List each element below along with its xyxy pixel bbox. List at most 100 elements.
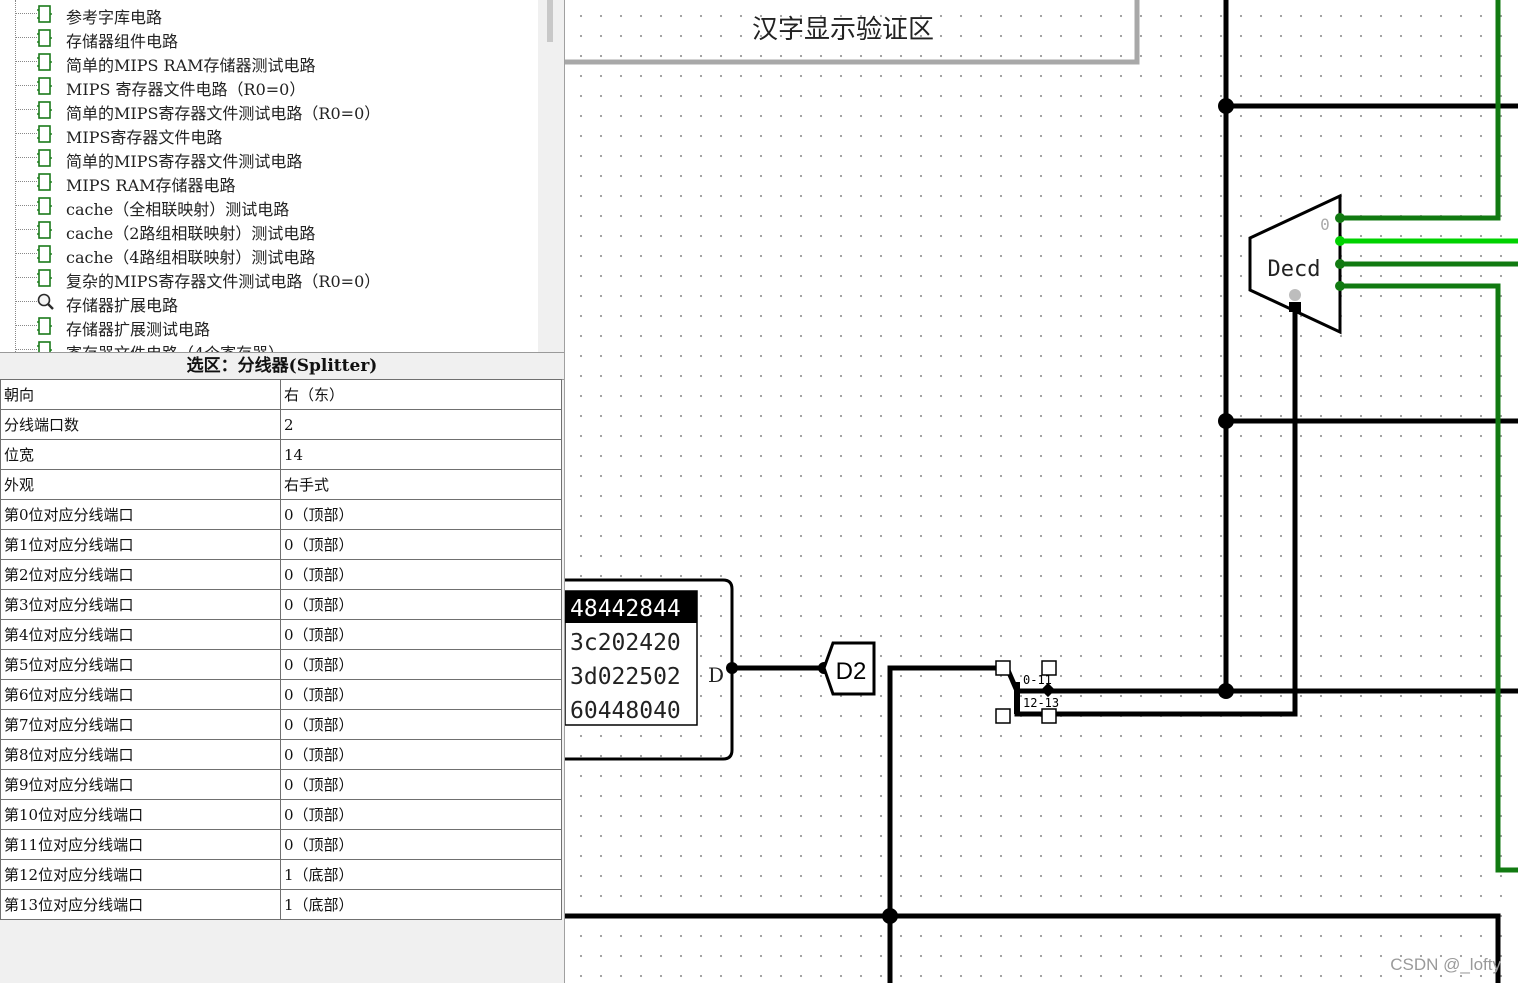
tree-connector: [15, 205, 37, 206]
tree-item[interactable]: 存储器扩展电路: [0, 290, 538, 315]
wire: [1014, 304, 1298, 717]
attribute-value[interactable]: 右手式: [280, 469, 562, 500]
attribute-key: 第4位对应分线端口: [0, 619, 281, 650]
attribute-key: 第2位对应分线端口: [0, 559, 281, 590]
attribute-key: 分线端口数: [0, 409, 281, 440]
watermark: CSDN @_lofty: [1390, 955, 1501, 974]
bus-wire: [1340, 0, 1501, 221]
tree-item[interactable]: 存储器扩展测试电路: [0, 314, 538, 339]
tree-item-label: 寄存器文件电路（4个寄存器）: [66, 340, 284, 352]
decoder-label: Decd: [1268, 257, 1321, 282]
tree-item-label: 存储器扩展测试电路: [66, 320, 211, 339]
tree-item[interactable]: MIPS寄存器文件电路: [0, 122, 538, 147]
tree-item[interactable]: MIPS RAM存储器电路: [0, 170, 538, 195]
circuit-icon: [37, 317, 52, 335]
attribute-value[interactable]: 0（顶部）: [280, 769, 562, 800]
attribute-key: 第8位对应分线端口: [0, 739, 281, 770]
attribute-key: 第12位对应分线端口: [0, 859, 281, 890]
attribute-value[interactable]: 0（顶部）: [280, 649, 562, 680]
tree-item-label: 复杂的MIPS寄存器文件测试电路（R0=0）: [66, 272, 381, 291]
tree-item[interactable]: 存储器组件电路: [0, 26, 538, 51]
decoder-port: [1335, 213, 1345, 223]
circuit-icon: [37, 29, 52, 47]
attribute-row: 第6位对应分线端口 0（顶部）: [0, 679, 562, 710]
junction-dot: [1218, 98, 1234, 114]
magnifier-icon: [37, 293, 54, 310]
junction-dot: [882, 908, 898, 924]
tree-connector: [15, 349, 37, 350]
attribute-value[interactable]: 0（顶部）: [280, 619, 562, 650]
attribute-value[interactable]: 0（顶部）: [280, 589, 562, 620]
bus-wire: [1340, 283, 1518, 873]
attribute-key: 第1位对应分线端口: [0, 529, 281, 560]
selection-handle: [1041, 660, 1057, 676]
tree-item[interactable]: 复杂的MIPS寄存器文件测试电路（R0=0）: [0, 266, 538, 291]
decoder-port: [1335, 281, 1345, 291]
attribute-key: 朝向: [0, 379, 281, 410]
tree-connector: [15, 85, 37, 86]
attribute-row: 第7位对应分线端口 0（顶部）: [0, 709, 562, 740]
region-label: 汉字显示验证区: [752, 15, 934, 45]
attribute-value[interactable]: 0（顶部）: [280, 679, 562, 710]
circuit-icon: [37, 269, 52, 287]
attribute-value[interactable]: 0（顶部）: [280, 709, 562, 740]
tree-item-label: MIPS RAM存储器电路: [66, 176, 236, 195]
tree-item-label: 参考字库电路: [66, 8, 163, 27]
circuit-drawing: 汉字显示验证区 48442844 3c202420 3d022502 60448040…: [565, 0, 1518, 983]
tree-item-label: MIPS 寄存器文件电路（R0=0）: [66, 80, 306, 99]
attribute-row: 第2位对应分线端口 0（顶部）: [0, 559, 562, 590]
tree-item[interactable]: 简单的MIPS寄存器文件测试电路: [0, 146, 538, 171]
attribute-value[interactable]: 0（顶部）: [280, 829, 562, 860]
attribute-value[interactable]: 0（顶部）: [280, 739, 562, 770]
tree-scrollbar[interactable]: [538, 0, 564, 352]
attribute-value[interactable]: 右（东）: [280, 379, 562, 410]
circuit-tree[interactable]: 参考字库电路 存储器组件电路简单的MIPS RAM存储器测试电路 MIPS 寄存器文…: [0, 0, 538, 352]
circuit-icon: [37, 221, 52, 239]
tree-item-label: 简单的MIPS RAM存储器测试电路: [66, 56, 316, 75]
attribute-value[interactable]: 2: [280, 409, 562, 440]
attribute-value[interactable]: 1（底部）: [280, 889, 562, 920]
selection-handle: [1041, 708, 1057, 724]
tree-item[interactable]: cache（全相联映射）测试电路: [0, 194, 538, 219]
splitter-label-bottom: 12-13: [1023, 696, 1059, 710]
attribute-row: 第13位对应分线端口 1（底部）: [0, 889, 562, 920]
circuit-icon: [37, 341, 52, 352]
attribute-value[interactable]: 0（顶部）: [280, 799, 562, 830]
memory-value: 3c202420: [570, 630, 681, 656]
tree-connector: [15, 157, 37, 158]
tree-connector: [15, 277, 37, 278]
tree-connector: [15, 13, 37, 14]
circuit-canvas[interactable]: 汉字显示验证区 48442844 3c202420 3d022502 60448040…: [565, 0, 1518, 983]
decoder-select-port: [1289, 289, 1301, 301]
attribute-value[interactable]: 14: [280, 439, 562, 470]
tree-item[interactable]: cache（2路组相联映射）测试电路: [0, 218, 538, 243]
tree-connector: [15, 325, 37, 326]
selection-title: 选区：分线器(Splitter): [0, 352, 564, 380]
tree-item[interactable]: 参考字库电路: [0, 2, 538, 27]
tree-item-label: cache（全相联映射）测试电路: [66, 200, 290, 219]
tree-connector: [15, 301, 37, 302]
tree-connector: [15, 253, 37, 254]
tree-item[interactable]: cache（4路组相联映射）测试电路: [0, 242, 538, 267]
attribute-value[interactable]: 0（顶部）: [280, 559, 562, 590]
attribute-value[interactable]: 0（顶部）: [280, 499, 562, 530]
tree-scrollbar-thumb[interactable]: [547, 0, 553, 42]
tree-item-label: 存储器扩展电路: [66, 296, 179, 315]
tree-item[interactable]: MIPS 寄存器文件电路（R0=0）: [0, 74, 538, 99]
attribute-key: 第6位对应分线端口: [0, 679, 281, 710]
tree-item[interactable]: 简单的MIPS RAM存储器测试电路: [0, 50, 538, 75]
attribute-value[interactable]: 1（底部）: [280, 859, 562, 890]
attribute-value[interactable]: 0（顶部）: [280, 529, 562, 560]
tunnel-label: D2: [836, 658, 867, 685]
tree-item[interactable]: 寄存器文件电路（4个寄存器）: [0, 338, 538, 352]
circuit-icon: [37, 53, 52, 71]
tree-connector: [15, 61, 37, 62]
circuit-icon: [37, 245, 52, 263]
attribute-key: 第7位对应分线端口: [0, 709, 281, 740]
attribute-row: 分线端口数 2: [0, 409, 562, 440]
circuit-icon: [37, 173, 52, 191]
tree-item[interactable]: 简单的MIPS寄存器文件测试电路（R0=0）: [0, 98, 538, 123]
tree-item-label: 存储器组件电路: [66, 32, 179, 51]
circuit-icon: [37, 5, 52, 23]
attribute-row: 第11位对应分线端口 0（顶部）: [0, 829, 562, 860]
